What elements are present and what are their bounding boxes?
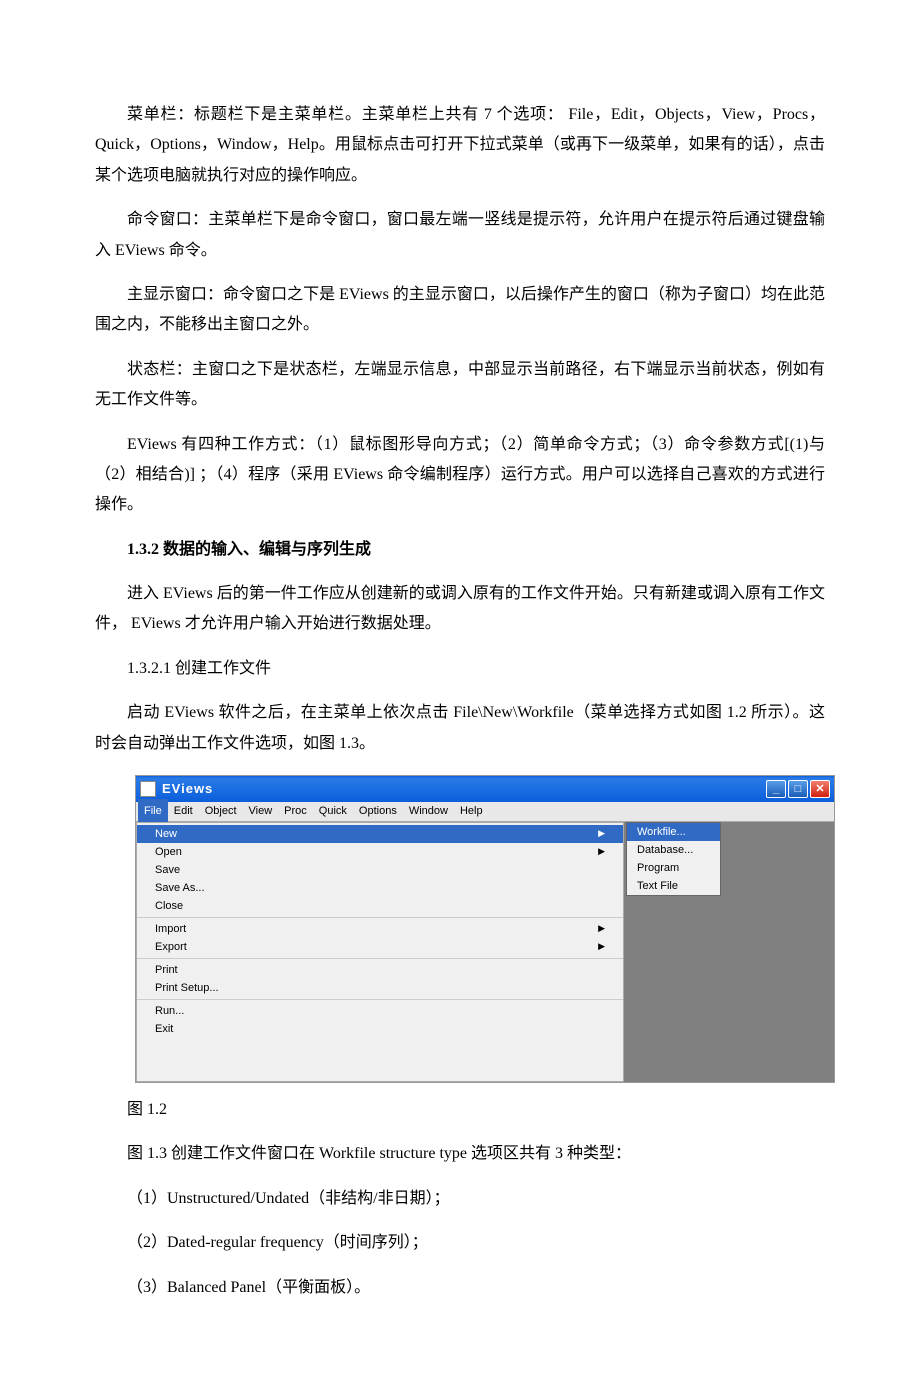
window-controls: _ □ ✕ bbox=[766, 780, 830, 798]
paragraph-workmodes: EViews 有四种工作方式：（1）鼠标图形导向方式；（2）简单命令方式；（3）… bbox=[95, 430, 825, 521]
menu-export[interactable]: Export ▶ bbox=[137, 938, 623, 956]
paragraph-command-window: 命令窗口：主菜单栏下是命令窗口，窗口最左端一竖线是提示符，允许用户在提示符后通过… bbox=[95, 205, 825, 266]
maximize-button[interactable]: □ bbox=[788, 780, 808, 798]
menu-close-label: Close bbox=[155, 896, 183, 917]
file-dropdown-menu: New ▶ Open ▶ Save Save As... Close bbox=[136, 822, 624, 1082]
menubar-proc[interactable]: Proc bbox=[278, 799, 313, 824]
option-2: （2）Dated-regular frequency（时间序列）； bbox=[95, 1228, 825, 1258]
eviews-screenshot: EViews _ □ ✕ File Edit Object View Proc … bbox=[135, 775, 835, 1083]
menubar-edit[interactable]: Edit bbox=[168, 799, 199, 824]
chevron-right-icon: ▶ bbox=[598, 843, 605, 860]
menu-print[interactable]: Print bbox=[137, 961, 623, 979]
menubar: File Edit Object View Proc Quick Options… bbox=[136, 802, 834, 822]
menu-exit[interactable]: Exit bbox=[137, 1020, 623, 1038]
chevron-right-icon: ▶ bbox=[598, 825, 605, 842]
menu-group-2: Import ▶ Export ▶ bbox=[137, 918, 623, 959]
menu-saveas[interactable]: Save As... bbox=[137, 879, 623, 897]
menu-export-label: Export bbox=[155, 937, 187, 958]
menubar-quick[interactable]: Quick bbox=[313, 799, 353, 824]
figure-caption-1-2: 图 1.2 bbox=[95, 1095, 825, 1125]
new-submenu: Workfile... Database... Program Text Fil… bbox=[626, 822, 721, 896]
figure-caption-1-3: 图 1.3 创建工作文件窗口在 Workfile structure type … bbox=[95, 1139, 825, 1169]
paragraph-statusbar: 状态栏：主窗口之下是状态栏，左端显示信息，中部显示当前路径，右下端显示当前状态，… bbox=[95, 355, 825, 416]
menu-import[interactable]: Import ▶ bbox=[137, 920, 623, 938]
submenu-program[interactable]: Program bbox=[627, 859, 720, 877]
menubar-file[interactable]: File bbox=[138, 799, 168, 824]
menubar-window[interactable]: Window bbox=[403, 799, 454, 824]
app-icon bbox=[140, 781, 156, 797]
menu-group-3: Print Print Setup... bbox=[137, 959, 623, 1000]
submenu-database[interactable]: Database... bbox=[627, 841, 720, 859]
menu-new[interactable]: New ▶ bbox=[137, 825, 623, 843]
menu-group-1: New ▶ Open ▶ Save Save As... Close bbox=[137, 823, 623, 918]
menu-printsetup[interactable]: Print Setup... bbox=[137, 979, 623, 997]
submenu-textfile[interactable]: Text File bbox=[627, 877, 720, 895]
menu-save[interactable]: Save bbox=[137, 861, 623, 879]
option-3: （3）Balanced Panel（平衡面板）。 bbox=[95, 1273, 825, 1303]
app-title: EViews bbox=[162, 777, 766, 802]
menu-printsetup-label: Print Setup... bbox=[155, 978, 219, 999]
menu-close[interactable]: Close bbox=[137, 897, 623, 915]
paragraph-intro-workfile: 进入 EViews 后的第一件工作应从创建新的或调入原有的工作文件开始。只有新建… bbox=[95, 579, 825, 640]
menu-exit-label: Exit bbox=[155, 1019, 173, 1040]
submenu-workfile[interactable]: Workfile... bbox=[627, 823, 720, 841]
paragraph-start-eviews: 启动 EViews 软件之后，在主菜单上依次点击 File\New\Workfi… bbox=[95, 698, 825, 759]
chevron-right-icon: ▶ bbox=[598, 920, 605, 937]
menubar-help[interactable]: Help bbox=[454, 799, 489, 824]
minimize-button[interactable]: _ bbox=[766, 780, 786, 798]
menubar-object[interactable]: Object bbox=[199, 799, 243, 824]
app-body: New ▶ Open ▶ Save Save As... Close bbox=[136, 822, 834, 1082]
subheading-1-3-2-1: 1.3.2.1 创建工作文件 bbox=[95, 654, 825, 684]
menu-open[interactable]: Open ▶ bbox=[137, 843, 623, 861]
paragraph-main-display: 主显示窗口：命令窗口之下是 EViews 的主显示窗口，以后操作产生的窗口（称为… bbox=[95, 280, 825, 341]
menu-run[interactable]: Run... bbox=[137, 1002, 623, 1020]
heading-1-3-2: 1.3.2 数据的输入、编辑与序列生成 bbox=[95, 535, 825, 565]
paragraph-menubar: 菜单栏：标题栏下是主菜单栏。主菜单栏上共有 7 个选项： File，Edit，O… bbox=[95, 100, 825, 191]
menu-group-4: Run... Exit bbox=[137, 1000, 623, 1040]
menubar-options[interactable]: Options bbox=[353, 799, 403, 824]
option-1: （1）Unstructured/Undated（非结构/非日期）； bbox=[95, 1184, 825, 1214]
chevron-right-icon: ▶ bbox=[598, 938, 605, 955]
close-button[interactable]: ✕ bbox=[810, 780, 830, 798]
menubar-view[interactable]: View bbox=[243, 799, 279, 824]
